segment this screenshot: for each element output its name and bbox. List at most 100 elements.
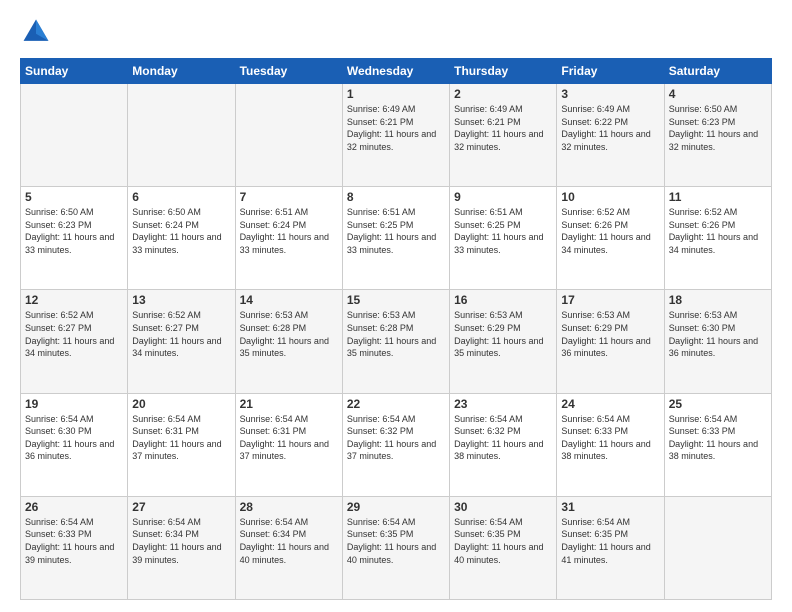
day-number: 29	[347, 500, 445, 514]
day-number: 7	[240, 190, 338, 204]
day-info: Sunrise: 6:52 AM Sunset: 6:27 PM Dayligh…	[132, 310, 221, 358]
day-info: Sunrise: 6:53 AM Sunset: 6:28 PM Dayligh…	[347, 310, 436, 358]
day-cell: 18Sunrise: 6:53 AM Sunset: 6:30 PM Dayli…	[664, 290, 771, 393]
day-cell: 21 Sunrise: 6:54 AM Sunset: 6:31 PM Dayli…	[235, 393, 342, 496]
day-info: Sunrise: 6:51 AM Sunset: 6:25 PM Dayligh…	[347, 207, 436, 255]
week-row-3: 12 Sunrise: 6:52 AM Sunset: 6:27 PM Dayli…	[21, 290, 772, 393]
day-cell: 13 Sunrise: 6:52 AM Sunset: 6:27 PM Dayli…	[128, 290, 235, 393]
day-number: 2	[454, 87, 552, 101]
day-cell	[128, 84, 235, 187]
day-cell: 28 Sunrise: 6:54 AM Sunset: 6:34 PM Dayli…	[235, 496, 342, 599]
day-cell: 15 Sunrise: 6:53 AM Sunset: 6:28 PM Dayli…	[342, 290, 449, 393]
day-number: 15	[347, 293, 445, 307]
day-number: 9	[454, 190, 552, 204]
day-info: Sunrise: 6:54 AM Sunset: 6:32 PM Dayligh…	[347, 414, 436, 462]
day-number: 16	[454, 293, 552, 307]
day-number: 6	[132, 190, 230, 204]
week-row-5: 26 Sunrise: 6:54 AM Sunset: 6:33 PM Dayli…	[21, 496, 772, 599]
day-cell: 12 Sunrise: 6:52 AM Sunset: 6:27 PM Dayli…	[21, 290, 128, 393]
calendar-body: 1 Sunrise: 6:49 AM Sunset: 6:21 PM Daylig…	[21, 84, 772, 600]
day-cell: 23 Sunrise: 6:54 AM Sunset: 6:32 PM Dayli…	[450, 393, 557, 496]
day-info: Sunrise: 6:49 AM Sunset: 6:22 PM Dayligh…	[561, 104, 650, 152]
day-number: 19	[25, 397, 123, 411]
day-info: Sunrise: 6:49 AM Sunset: 6:21 PM Dayligh…	[347, 104, 436, 152]
calendar-header: SundayMondayTuesdayWednesdayThursdayFrid…	[21, 59, 772, 84]
weekday-header-saturday: Saturday	[664, 59, 771, 84]
day-cell: 29 Sunrise: 6:54 AM Sunset: 6:35 PM Dayli…	[342, 496, 449, 599]
day-info: Sunrise: 6:54 AM Sunset: 6:33 PM Dayligh…	[561, 414, 650, 462]
logo-icon	[20, 16, 52, 48]
day-cell: 17 Sunrise: 6:53 AM Sunset: 6:29 PM Dayli…	[557, 290, 664, 393]
day-info: Sunrise: 6:53 AM Sunset: 6:28 PM Dayligh…	[240, 310, 329, 358]
weekday-header-wednesday: Wednesday	[342, 59, 449, 84]
day-cell: 26 Sunrise: 6:54 AM Sunset: 6:33 PM Dayli…	[21, 496, 128, 599]
logo	[20, 16, 56, 48]
day-number: 25	[669, 397, 767, 411]
day-cell: 4Sunrise: 6:50 AM Sunset: 6:23 PM Daylig…	[664, 84, 771, 187]
day-number: 30	[454, 500, 552, 514]
day-info: Sunrise: 6:54 AM Sunset: 6:34 PM Dayligh…	[240, 517, 329, 565]
day-cell: 24 Sunrise: 6:54 AM Sunset: 6:33 PM Dayli…	[557, 393, 664, 496]
day-number: 31	[561, 500, 659, 514]
day-number: 10	[561, 190, 659, 204]
day-info: Sunrise: 6:54 AM Sunset: 6:30 PM Dayligh…	[25, 414, 114, 462]
day-number: 5	[25, 190, 123, 204]
day-info: Sunrise: 6:51 AM Sunset: 6:24 PM Dayligh…	[240, 207, 329, 255]
day-info: Sunrise: 6:53 AM Sunset: 6:29 PM Dayligh…	[454, 310, 543, 358]
day-cell	[235, 84, 342, 187]
day-info: Sunrise: 6:51 AM Sunset: 6:25 PM Dayligh…	[454, 207, 543, 255]
day-info: Sunrise: 6:49 AM Sunset: 6:21 PM Dayligh…	[454, 104, 543, 152]
day-cell: 27Sunrise: 6:54 AM Sunset: 6:34 PM Dayli…	[128, 496, 235, 599]
day-cell: 5 Sunrise: 6:50 AM Sunset: 6:23 PM Daylig…	[21, 187, 128, 290]
weekday-header-thursday: Thursday	[450, 59, 557, 84]
day-cell: 20 Sunrise: 6:54 AM Sunset: 6:31 PM Dayli…	[128, 393, 235, 496]
weekday-header-tuesday: Tuesday	[235, 59, 342, 84]
day-cell: 8Sunrise: 6:51 AM Sunset: 6:25 PM Daylig…	[342, 187, 449, 290]
day-number: 17	[561, 293, 659, 307]
day-cell: 10Sunrise: 6:52 AM Sunset: 6:26 PM Dayli…	[557, 187, 664, 290]
day-number: 21	[240, 397, 338, 411]
day-info: Sunrise: 6:53 AM Sunset: 6:29 PM Dayligh…	[561, 310, 650, 358]
weekday-header-sunday: Sunday	[21, 59, 128, 84]
weekday-header-friday: Friday	[557, 59, 664, 84]
day-cell: 3 Sunrise: 6:49 AM Sunset: 6:22 PM Daylig…	[557, 84, 664, 187]
day-info: Sunrise: 6:50 AM Sunset: 6:23 PM Dayligh…	[25, 207, 114, 255]
day-info: Sunrise: 6:54 AM Sunset: 6:35 PM Dayligh…	[561, 517, 650, 565]
day-info: Sunrise: 6:50 AM Sunset: 6:24 PM Dayligh…	[132, 207, 221, 255]
page: SundayMondayTuesdayWednesdayThursdayFrid…	[0, 0, 792, 612]
day-cell: 6 Sunrise: 6:50 AM Sunset: 6:24 PM Daylig…	[128, 187, 235, 290]
day-number: 26	[25, 500, 123, 514]
week-row-4: 19 Sunrise: 6:54 AM Sunset: 6:30 PM Dayli…	[21, 393, 772, 496]
day-cell: 2 Sunrise: 6:49 AM Sunset: 6:21 PM Daylig…	[450, 84, 557, 187]
day-info: Sunrise: 6:54 AM Sunset: 6:35 PM Dayligh…	[347, 517, 436, 565]
week-row-2: 5 Sunrise: 6:50 AM Sunset: 6:23 PM Daylig…	[21, 187, 772, 290]
day-number: 13	[132, 293, 230, 307]
day-number: 24	[561, 397, 659, 411]
day-cell: 22Sunrise: 6:54 AM Sunset: 6:32 PM Dayli…	[342, 393, 449, 496]
day-number: 28	[240, 500, 338, 514]
day-info: Sunrise: 6:53 AM Sunset: 6:30 PM Dayligh…	[669, 310, 758, 358]
day-cell: 7 Sunrise: 6:51 AM Sunset: 6:24 PM Daylig…	[235, 187, 342, 290]
weekday-header-monday: Monday	[128, 59, 235, 84]
day-cell: 25 Sunrise: 6:54 AM Sunset: 6:33 PM Dayli…	[664, 393, 771, 496]
header	[20, 16, 772, 48]
day-number: 20	[132, 397, 230, 411]
day-cell: 1 Sunrise: 6:49 AM Sunset: 6:21 PM Daylig…	[342, 84, 449, 187]
day-cell: 14Sunrise: 6:53 AM Sunset: 6:28 PM Dayli…	[235, 290, 342, 393]
week-row-1: 1 Sunrise: 6:49 AM Sunset: 6:21 PM Daylig…	[21, 84, 772, 187]
day-number: 12	[25, 293, 123, 307]
day-info: Sunrise: 6:54 AM Sunset: 6:33 PM Dayligh…	[669, 414, 758, 462]
day-cell: 31 Sunrise: 6:54 AM Sunset: 6:35 PM Dayli…	[557, 496, 664, 599]
day-number: 11	[669, 190, 767, 204]
day-info: Sunrise: 6:52 AM Sunset: 6:27 PM Dayligh…	[25, 310, 114, 358]
day-info: Sunrise: 6:54 AM Sunset: 6:33 PM Dayligh…	[25, 517, 114, 565]
day-info: Sunrise: 6:54 AM Sunset: 6:35 PM Dayligh…	[454, 517, 543, 565]
day-info: Sunrise: 6:50 AM Sunset: 6:23 PM Dayligh…	[669, 104, 758, 152]
day-info: Sunrise: 6:54 AM Sunset: 6:32 PM Dayligh…	[454, 414, 543, 462]
day-number: 3	[561, 87, 659, 101]
day-number: 23	[454, 397, 552, 411]
day-info: Sunrise: 6:54 AM Sunset: 6:31 PM Dayligh…	[240, 414, 329, 462]
day-cell: 19 Sunrise: 6:54 AM Sunset: 6:30 PM Dayli…	[21, 393, 128, 496]
day-number: 1	[347, 87, 445, 101]
day-info: Sunrise: 6:54 AM Sunset: 6:31 PM Dayligh…	[132, 414, 221, 462]
